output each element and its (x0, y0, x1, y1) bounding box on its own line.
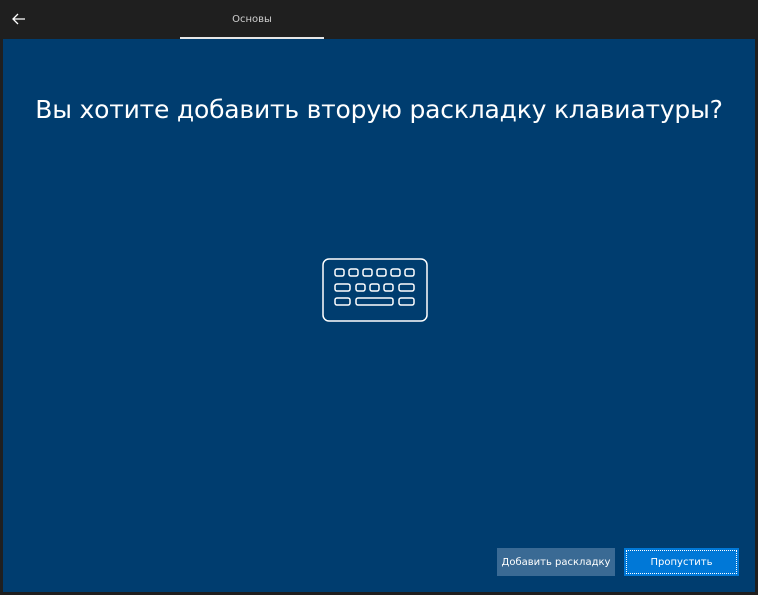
tab-basics[interactable]: Основы (180, 0, 324, 39)
skip-button[interactable]: Пропустить (624, 548, 739, 576)
add-layout-button[interactable]: Добавить раскладку (497, 548, 615, 576)
add-layout-label: Добавить раскладку (501, 556, 611, 568)
main-panel: Вы хотите добавить вторую раскладку клав… (3, 39, 755, 592)
tab-basics-label: Основы (232, 14, 272, 25)
keyboard-icon (322, 258, 428, 322)
setup-window: Основы Вы хотите добавить вторую расклад… (0, 0, 758, 595)
skip-label: Пропустить (650, 556, 713, 568)
back-button[interactable] (4, 4, 34, 34)
arrow-left-icon (12, 13, 25, 25)
top-bar: Основы (0, 0, 758, 39)
page-title: Вы хотите добавить вторую раскладку клав… (35, 95, 723, 124)
